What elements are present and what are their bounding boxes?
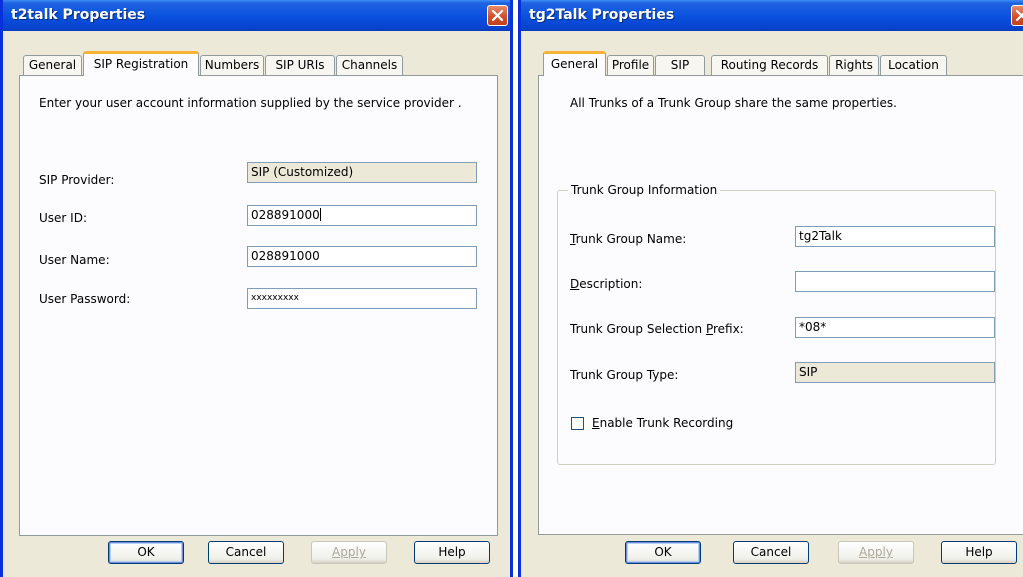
- trunk-group-name-input[interactable]: tg2Talk: [795, 226, 995, 247]
- ok-button[interactable]: OK: [625, 541, 701, 564]
- tab-profile[interactable]: Profile: [607, 55, 654, 75]
- ok-button[interactable]: OK: [108, 541, 184, 564]
- apply-button[interactable]: Apply: [838, 541, 914, 564]
- apply-label: Apply: [859, 545, 893, 559]
- trunk-group-type-field: SIP: [795, 362, 995, 383]
- help-button[interactable]: Help: [414, 541, 490, 564]
- user-password-label: User Password:: [39, 292, 131, 306]
- info-text: All Trunks of a Trunk Group share the sa…: [570, 96, 897, 110]
- enable-trunk-recording-label[interactable]: Enable Trunk Recording: [592, 416, 733, 430]
- sip-provider-label: SIP Provider:: [39, 173, 115, 187]
- close-icon: [491, 9, 504, 22]
- title-bar[interactable]: t2talk Properties: [3, 0, 510, 31]
- t2talk-properties-dialog: t2talk Properties Enter your user accoun…: [0, 0, 513, 577]
- cancel-button[interactable]: Cancel: [208, 541, 284, 564]
- user-name-input[interactable]: 028891000: [247, 246, 477, 267]
- text-caret: [319, 208, 321, 221]
- trunk-group-type-label: Trunk Group Type:: [570, 368, 679, 382]
- sip-provider-field: SIP (Customized): [247, 162, 477, 183]
- close-icon: [1015, 9, 1023, 22]
- tab-rights[interactable]: Rights: [829, 55, 879, 75]
- user-name-label: User Name:: [39, 253, 110, 267]
- tab-general[interactable]: General: [543, 51, 606, 76]
- user-password-input[interactable]: xxxxxxxxx: [247, 288, 477, 309]
- tab-sip-registration[interactable]: SIP Registration: [83, 51, 199, 76]
- tg2talk-properties-dialog: tg2Talk Properties All Trunks of a Trunk…: [518, 0, 1023, 577]
- apply-button[interactable]: Apply: [311, 541, 387, 564]
- instruction-text: Enter your user account information supp…: [39, 96, 462, 110]
- tab-channels[interactable]: Channels: [336, 55, 403, 75]
- help-button[interactable]: Help: [941, 541, 1017, 564]
- dialog-title: tg2Talk Properties: [529, 7, 675, 23]
- tab-location[interactable]: Location: [880, 55, 947, 75]
- user-id-input[interactable]: 028891000: [247, 205, 477, 226]
- close-button[interactable]: [1011, 5, 1023, 26]
- description-input[interactable]: [795, 271, 995, 292]
- trunk-group-selection-prefix-label: Trunk Group Selection Prefix:: [570, 322, 744, 336]
- tab-numbers[interactable]: Numbers: [200, 55, 264, 75]
- dialog-title: t2talk Properties: [11, 7, 146, 23]
- tab-panel: Enter your user account information supp…: [19, 75, 498, 536]
- trunk-group-information-group: Trunk Group Information Trunk Group Name…: [557, 183, 996, 465]
- close-button[interactable]: [487, 5, 508, 26]
- apply-label: Apply: [332, 545, 366, 559]
- trunk-group-name-label: Trunk Group Name:: [570, 232, 687, 246]
- tab-sip-uris[interactable]: SIP URIs: [265, 55, 335, 75]
- tab-panel: All Trunks of a Trunk Group share the sa…: [538, 75, 1023, 535]
- group-title: Trunk Group Information: [568, 183, 721, 197]
- description-label: Description:: [570, 277, 643, 291]
- cancel-button[interactable]: Cancel: [733, 541, 809, 564]
- trunk-group-selection-prefix-input[interactable]: *08*: [795, 317, 995, 338]
- user-id-label: User ID:: [39, 211, 87, 225]
- title-bar[interactable]: tg2Talk Properties: [521, 0, 1023, 31]
- tab-routing-records[interactable]: Routing Records: [711, 55, 828, 75]
- user-id-value: 028891000: [251, 208, 320, 222]
- enable-trunk-recording-checkbox[interactable]: [571, 417, 584, 430]
- tab-general[interactable]: General: [23, 55, 82, 75]
- tab-sip[interactable]: SIP: [655, 55, 705, 75]
